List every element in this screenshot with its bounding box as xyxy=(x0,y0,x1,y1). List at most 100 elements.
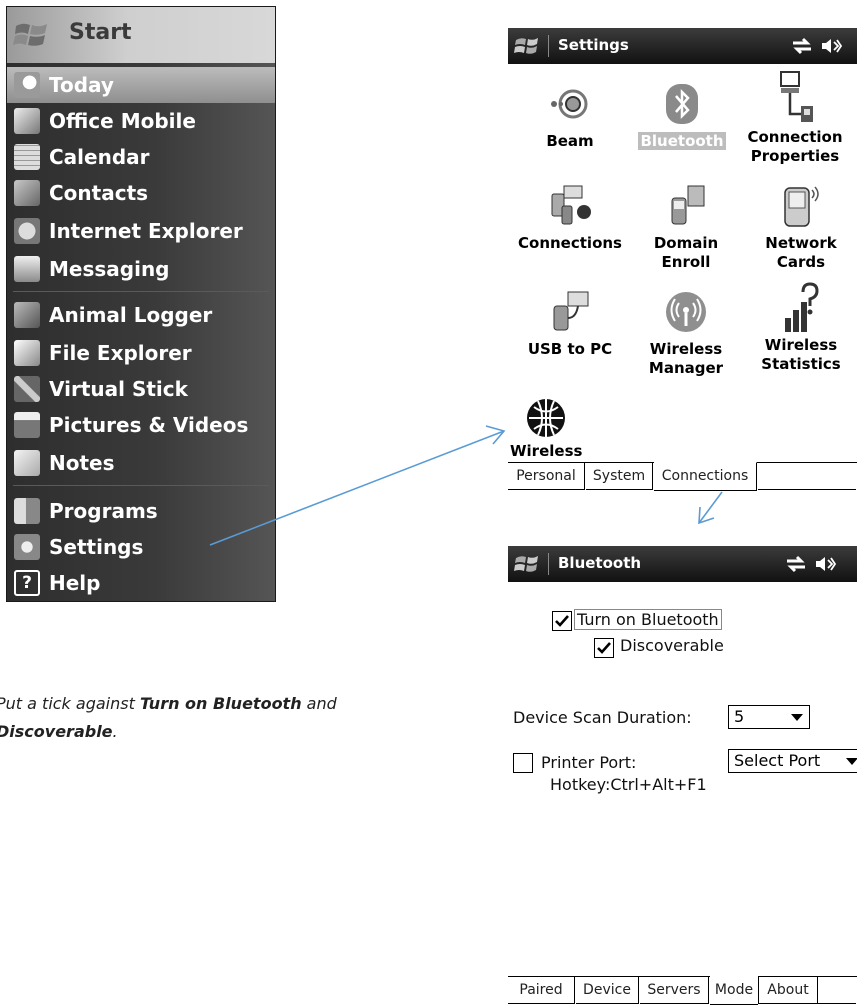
tile-beam[interactable]: Beam xyxy=(522,82,618,151)
menu-item-pictures-videos[interactable]: Pictures & Videos xyxy=(7,407,275,443)
animal-logger-icon xyxy=(14,302,40,328)
windows-flag-icon[interactable] xyxy=(514,33,540,59)
instruction-suffix: . xyxy=(112,722,118,741)
menu-item-label: Settings xyxy=(49,535,144,559)
virtual-stick-icon xyxy=(14,376,40,402)
menu-item-label: Calendar xyxy=(49,145,150,169)
start-menu: Start Today Office Mobile Calendar Conta… xyxy=(6,6,276,602)
menu-item-virtual-stick[interactable]: Virtual Stick xyxy=(7,371,275,407)
tile-wireless[interactable]: Wireless xyxy=(510,396,582,462)
today-icon xyxy=(14,72,40,98)
speaker-icon[interactable] xyxy=(820,35,842,57)
connections-icon xyxy=(551,185,591,225)
menu-item-animal-logger[interactable]: Animal Logger xyxy=(7,297,275,333)
tile-connections[interactable]: Connections xyxy=(508,184,632,253)
instruction-text: Put a tick against Turn on Bluetooth and… xyxy=(0,690,416,746)
calendar-icon xyxy=(14,144,40,170)
menu-item-label: Programs xyxy=(49,499,158,523)
turn-on-bluetooth-label[interactable]: Turn on Bluetooth xyxy=(574,609,722,630)
tile-wireless-manager[interactable]: Wireless Manager xyxy=(628,290,744,378)
speaker-icon[interactable] xyxy=(814,553,836,575)
internet-explorer-icon xyxy=(14,218,40,244)
bluetooth-titlebar: Bluetooth xyxy=(508,546,857,582)
menu-item-label: Office Mobile xyxy=(49,109,196,133)
connection-properties-icon xyxy=(780,71,813,122)
device-scan-duration-label: Device Scan Duration: xyxy=(513,708,692,727)
tile-network-cards[interactable]: Network Cards xyxy=(745,184,857,272)
wireless-icon xyxy=(527,399,565,437)
menu-item-notes[interactable]: Notes xyxy=(7,445,275,481)
connectivity-icon[interactable] xyxy=(784,553,808,575)
tile-label: Domain Enroll xyxy=(653,234,719,271)
tab-about[interactable]: About xyxy=(758,977,818,1004)
menu-item-contacts[interactable]: Contacts xyxy=(7,175,275,211)
menu-item-messaging[interactable]: Messaging xyxy=(7,251,275,287)
menu-item-label: Pictures & Videos xyxy=(49,413,249,437)
tile-label: Connection Properties xyxy=(747,128,843,165)
scan-duration-select[interactable]: 5 xyxy=(728,705,810,729)
tile-domain-enroll[interactable]: Domain Enroll xyxy=(628,184,744,272)
help-icon: ? xyxy=(14,570,40,596)
wireless-statistics-icon xyxy=(785,282,819,332)
menu-item-label: Notes xyxy=(49,451,115,475)
instruction-prefix: Put a tick against xyxy=(0,694,140,713)
pictures-videos-icon xyxy=(14,412,40,438)
programs-icon xyxy=(14,498,40,524)
tab-personal[interactable]: Personal xyxy=(508,463,585,490)
tile-label: Wireless Manager xyxy=(648,340,724,377)
hotkey-text: Hotkey:Ctrl+Alt+F1 xyxy=(550,775,707,794)
menu-item-label: Messaging xyxy=(49,257,170,281)
tile-label: Wireless Statistics xyxy=(761,336,841,373)
tile-usb-to-pc[interactable]: USB to PC xyxy=(508,290,632,359)
menu-item-internet-explorer[interactable]: Internet Explorer xyxy=(7,213,275,249)
arrow-to-bluetooth-window xyxy=(698,491,723,525)
tab-device[interactable]: Device xyxy=(576,977,639,1004)
menu-item-label: Help xyxy=(49,571,101,595)
start-title: Start xyxy=(69,20,132,45)
tab-mode[interactable]: Mode xyxy=(710,976,758,1005)
start-menu-header[interactable]: Start xyxy=(7,7,275,63)
tile-label: Connections xyxy=(518,234,622,252)
tile-wireless-statistics[interactable]: Wireless Statistics xyxy=(745,280,857,374)
discoverable-checkbox[interactable] xyxy=(594,638,614,658)
scan-duration-value: 5 xyxy=(734,707,745,726)
bluetooth-tabbar: Paired Device Servers Mode About xyxy=(508,976,857,1005)
windows-flag-icon[interactable] xyxy=(514,551,540,577)
tile-label: Beam xyxy=(546,132,594,150)
office-mobile-icon xyxy=(14,108,40,134)
menu-item-programs[interactable]: Programs xyxy=(7,493,275,529)
tile-label: Bluetooth xyxy=(638,132,726,150)
tab-paired[interactable]: Paired xyxy=(508,977,575,1004)
tab-connections[interactable]: Connections xyxy=(654,462,757,491)
printer-port-select[interactable]: Select Port xyxy=(728,749,857,773)
printer-port-checkbox[interactable] xyxy=(513,753,533,773)
menu-item-label: Today xyxy=(49,73,114,97)
beam-icon xyxy=(551,89,588,119)
menu-item-today[interactable]: Today xyxy=(7,67,275,103)
menu-item-settings[interactable]: Settings xyxy=(7,529,275,565)
menu-item-office-mobile[interactable]: Office Mobile xyxy=(7,103,275,139)
discoverable-label[interactable]: Discoverable xyxy=(620,636,724,655)
menu-item-label: Virtual Stick xyxy=(49,377,188,401)
chevron-down-icon xyxy=(791,714,803,721)
tile-bluetooth[interactable]: Bluetooth xyxy=(630,82,734,151)
menu-item-label: Animal Logger xyxy=(49,303,213,327)
menu-item-label: File Explorer xyxy=(49,341,192,365)
file-explorer-icon xyxy=(14,340,40,366)
menu-item-help[interactable]: ? Help xyxy=(7,565,275,601)
tab-system[interactable]: System xyxy=(586,463,653,490)
messaging-icon xyxy=(14,256,40,282)
checkmark-icon xyxy=(555,615,569,627)
menu-item-calendar[interactable]: Calendar xyxy=(7,139,275,175)
connectivity-icon[interactable] xyxy=(790,35,814,57)
turn-on-bluetooth-checkbox[interactable] xyxy=(552,611,572,631)
tile-connection-properties[interactable]: Connection Properties xyxy=(733,70,857,166)
menu-item-label: Contacts xyxy=(49,181,149,205)
settings-icon xyxy=(14,534,40,560)
menu-item-file-explorer[interactable]: File Explorer xyxy=(7,335,275,371)
tab-servers[interactable]: Servers xyxy=(640,977,709,1004)
windows-flag-icon xyxy=(13,23,47,46)
menu-separator xyxy=(13,485,269,486)
notes-icon xyxy=(14,450,40,476)
menu-separator xyxy=(13,291,269,292)
